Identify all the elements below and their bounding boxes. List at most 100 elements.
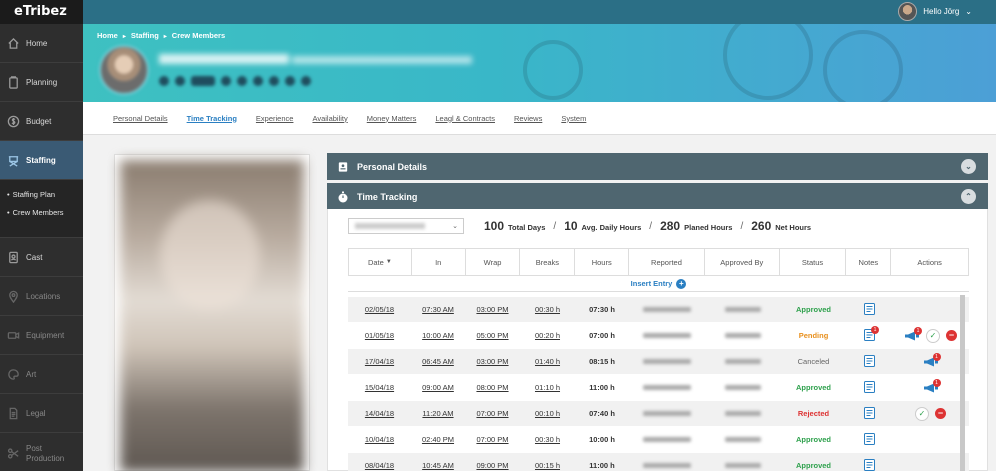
sidebar-item-art[interactable]: Art xyxy=(0,355,83,394)
cell-wrap[interactable]: 03:00 PM xyxy=(465,297,520,322)
cell-in[interactable]: 09:00 AM xyxy=(411,375,465,400)
subnav-item-crew-members[interactable]: Crew Members xyxy=(0,204,83,222)
sidebar-item-cast[interactable]: Cast xyxy=(0,238,83,277)
table-row[interactable]: 02/05/18 07:30 AM 03:00 PM 00:30 h 07:30 h Ap… xyxy=(348,297,969,323)
cell-wrap[interactable]: 05:00 PM xyxy=(465,323,520,348)
megaphone-icon[interactable]: 1 xyxy=(904,326,922,341)
sidebar-item-legal[interactable]: Legal xyxy=(0,394,83,433)
tab-personal-details[interactable]: Personal Details xyxy=(113,114,168,123)
table-row[interactable]: 17/04/18 06:45 AM 03:00 PM 01:40 h 08:15 h Ca… xyxy=(348,349,969,375)
tab-legal-contracts[interactable]: Leagl & Contracts xyxy=(435,114,495,123)
reject-button[interactable]: − xyxy=(935,408,946,419)
tab-experience[interactable]: Experience xyxy=(256,114,294,123)
cell-breaks[interactable]: 00:30 h xyxy=(520,297,575,322)
cell-hours: 11:00 h xyxy=(589,383,615,392)
scrollbar-thumb[interactable] xyxy=(960,295,965,471)
cell-breaks[interactable]: 01:40 h xyxy=(520,349,575,374)
table-row[interactable]: 15/04/18 09:00 AM 08:00 PM 01:10 h 11:00 h Ap… xyxy=(348,375,969,401)
notes-icon[interactable] xyxy=(864,380,875,395)
time-tracking-panel-header[interactable]: Time Tracking ⌃ xyxy=(327,183,988,210)
cell-date[interactable]: 17/04/18 xyxy=(348,349,411,374)
cell-in[interactable]: 02:40 PM xyxy=(411,427,465,452)
cell-in[interactable]: 11:20 AM xyxy=(411,401,465,426)
cell-in[interactable]: 10:45 AM xyxy=(411,453,465,471)
cell-breaks[interactable]: 00:15 h xyxy=(520,453,575,471)
reject-button[interactable]: − xyxy=(946,330,957,341)
megaphone-icon[interactable]: 1 xyxy=(923,378,941,393)
tab-system[interactable]: System xyxy=(561,114,586,123)
approved-by-blurred xyxy=(724,463,761,468)
cell-actions: 1 xyxy=(892,349,969,374)
cell-breaks[interactable]: 00:20 h xyxy=(520,323,575,348)
cell-breaks[interactable]: 00:10 h xyxy=(520,401,575,426)
cell-in[interactable]: 06:45 AM xyxy=(411,349,465,374)
sidebar-item-post-production[interactable]: Post Production xyxy=(0,433,83,471)
user-menu[interactable]: Hello Jörg ⌄ xyxy=(898,2,972,21)
column-header-date[interactable]: Date ▼ xyxy=(349,249,412,275)
chevron-up-icon[interactable]: ⌃ xyxy=(961,189,976,204)
breadcrumb-home[interactable]: Home xyxy=(97,31,118,40)
cell-wrap[interactable]: 09:00 PM xyxy=(465,453,520,471)
cell-actions: ✓ − xyxy=(892,401,969,426)
subnav-item-staffing-plan[interactable]: Staffing Plan xyxy=(0,186,83,204)
notes-icon[interactable] xyxy=(864,302,875,317)
tab-time-tracking[interactable]: Time Tracking xyxy=(187,114,237,123)
sidebar-item-staffing[interactable]: Staffing xyxy=(0,141,83,180)
table-row[interactable]: 01/05/18 10:00 AM 05:00 PM 00:20 h 07:00 h Pe… xyxy=(348,323,969,349)
approved-by-blurred xyxy=(724,307,761,312)
cell-date[interactable]: 08/04/18 xyxy=(348,453,411,471)
table-scrollbar[interactable] xyxy=(960,295,965,471)
sidebar-item-home[interactable]: Home xyxy=(0,24,83,63)
approve-button[interactable]: ✓ xyxy=(926,328,940,343)
cell-date[interactable]: 02/05/18 xyxy=(348,297,411,322)
sidebar-item-label: Art xyxy=(26,369,37,379)
cell-wrap[interactable]: 07:00 PM xyxy=(465,427,520,452)
tab-money-matters[interactable]: Money Matters xyxy=(367,114,417,123)
cell-wrap[interactable]: 08:00 PM xyxy=(465,375,520,400)
cell-breaks[interactable]: 00:30 h xyxy=(520,427,575,452)
notes-icon[interactable]: 1 xyxy=(864,325,879,343)
megaphone-icon[interactable]: 1 xyxy=(923,352,941,367)
cell-wrap[interactable]: 07:00 PM xyxy=(465,401,520,426)
sidebar-item-planning[interactable]: Planning xyxy=(0,63,83,102)
cell-in[interactable]: 07:30 AM xyxy=(411,297,465,322)
tab-availability[interactable]: Availability xyxy=(312,114,347,123)
personal-details-panel-header[interactable]: Personal Details ⌄ xyxy=(327,153,988,180)
cell-date[interactable]: 10/04/18 xyxy=(348,427,411,452)
cell-breaks[interactable]: 01:10 h xyxy=(520,375,575,400)
table-row[interactable]: 10/04/18 02:40 PM 07:00 PM 00:30 h 10:00 h Ap… xyxy=(348,427,969,453)
notes-icon[interactable] xyxy=(864,406,875,421)
period-select[interactable]: ⌄ xyxy=(348,218,464,234)
notes-icon[interactable] xyxy=(864,432,875,447)
stat-value: 10 xyxy=(564,219,578,233)
tab-reviews[interactable]: Reviews xyxy=(514,114,542,123)
sidebar-item-budget[interactable]: Budget xyxy=(0,102,83,141)
notes-icon[interactable] xyxy=(864,354,875,369)
insert-entry-button[interactable]: Insert Entry + xyxy=(348,276,969,292)
chevron-down-icon[interactable]: ⌄ xyxy=(961,159,976,174)
breadcrumb-staffing[interactable]: Staffing xyxy=(131,31,159,40)
notes-icon[interactable] xyxy=(864,458,875,471)
stat-label: Net Hours xyxy=(775,223,812,232)
table-row[interactable]: 14/04/18 11:20 AM 07:00 PM 00:10 h 07:40 h Re… xyxy=(348,401,969,427)
cell-in[interactable]: 10:00 AM xyxy=(411,323,465,348)
cell-date[interactable]: 14/04/18 xyxy=(348,401,411,426)
stat-total-days: 100 Total Days xyxy=(484,219,545,233)
breadcrumb-crew-members[interactable]: Crew Members xyxy=(172,31,225,40)
divider: / xyxy=(740,220,744,232)
cell-date[interactable]: 01/05/18 xyxy=(348,323,411,348)
sidebar-item-locations[interactable]: Locations xyxy=(0,277,83,316)
approve-button[interactable]: ✓ xyxy=(915,406,929,421)
cell-wrap[interactable]: 03:00 PM xyxy=(465,349,520,374)
cell-date[interactable]: 15/04/18 xyxy=(348,375,411,400)
time-tracking-panel: ⌄ 100 Total Days / 10 Avg. Daily Hours / 2… xyxy=(327,209,988,471)
cell-hours: 07:30 h xyxy=(589,305,615,314)
reported-by-blurred xyxy=(643,359,691,364)
sidebar-item-equipment[interactable]: Equipment xyxy=(0,316,83,355)
decorative-light xyxy=(823,30,903,102)
stat-label: Total Days xyxy=(508,223,546,232)
cell-reported xyxy=(629,401,705,426)
insert-entry-label: Insert Entry xyxy=(630,279,673,288)
app-logo[interactable]: eTribez xyxy=(0,0,83,24)
table-row[interactable]: 08/04/18 10:45 AM 09:00 PM 00:15 h 11:00 h Ap… xyxy=(348,453,969,471)
